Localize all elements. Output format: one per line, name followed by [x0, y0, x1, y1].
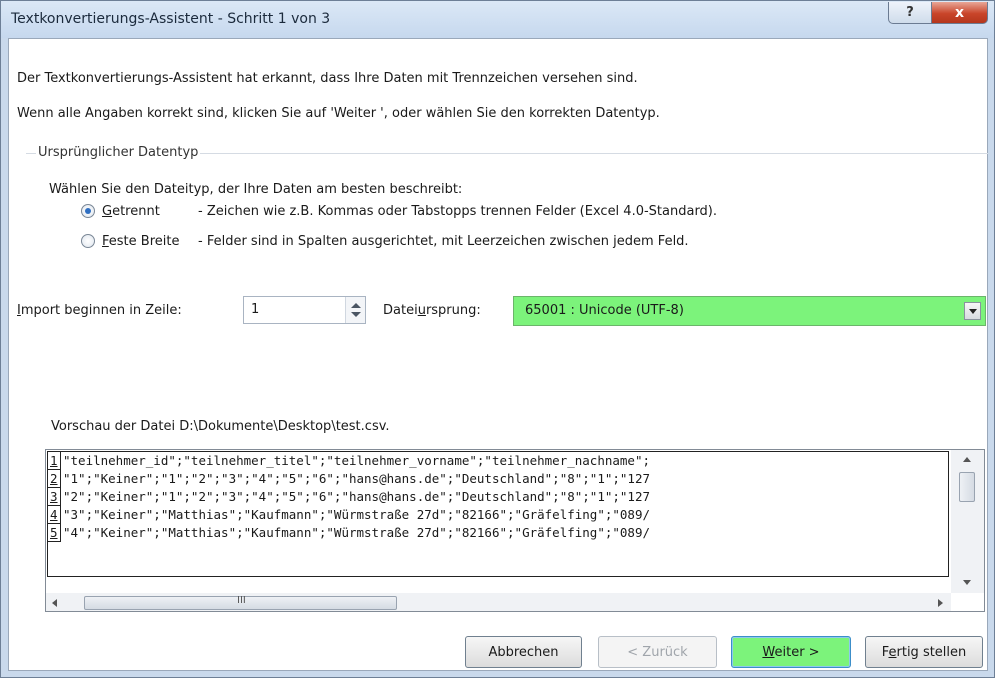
datatype-groupbox	[26, 153, 988, 301]
cancel-button-label: Abbrechen	[488, 644, 559, 660]
preview-row: 1 "teilnehmer_id";"teilnehmer_titel";"tei…	[48, 452, 948, 470]
horizontal-scrollbar[interactable]: III	[46, 593, 951, 611]
preview-rows: 1 "teilnehmer_id";"teilnehmer_titel";"tei…	[47, 451, 949, 577]
vertical-scrollbar[interactable]	[951, 450, 984, 593]
text-import-wizard-window: Textkonvertierungs-Assistent - Schritt 1…	[0, 0, 995, 678]
title-bar[interactable]: Textkonvertierungs-Assistent - Schritt 1…	[1, 1, 994, 38]
close-icon: x	[954, 4, 965, 21]
start-row-value[interactable]: 1	[251, 302, 259, 317]
next-button[interactable]: Weiter >	[731, 636, 851, 668]
help-icon: ?	[906, 5, 914, 20]
preview-row-text: "2";"Keiner";"1";"2";"3";"4";"5";"6";"ha…	[63, 489, 650, 504]
help-button[interactable]: ?	[888, 2, 932, 24]
start-row-label: Import beginnen in Zeile:	[17, 303, 182, 318]
preview-row-number: 2	[48, 470, 61, 488]
intro-text-2: Wenn alle Angaben korrekt sind, klicken …	[17, 106, 660, 121]
radio-unselected-icon[interactable]	[81, 234, 95, 248]
file-origin-label: Dateiursprung:	[383, 303, 481, 318]
preview-row-number: 1	[48, 452, 61, 470]
preview-row-number: 4	[48, 506, 61, 524]
preview-label: Vorschau der Datei D:\Dokumente\Desktop\…	[51, 419, 390, 434]
close-button[interactable]: x	[931, 2, 988, 24]
vertical-scroll-thumb[interactable]	[959, 472, 975, 502]
scroll-up-icon[interactable]	[963, 457, 971, 462]
file-origin-value[interactable]: 65001 : Unicode (UTF-8)	[525, 303, 684, 318]
radio-delimited-description: - Zeichen wie z.B. Kommas oder Tabstopps…	[198, 203, 718, 219]
scroll-right-icon[interactable]	[938, 599, 943, 607]
back-button-label: < Zurück	[627, 644, 688, 660]
finish-button[interactable]: Fertig stellen	[865, 636, 983, 668]
horizontal-scroll-thumb[interactable]: III	[84, 595, 397, 610]
preview-row-number: 5	[48, 524, 61, 542]
cancel-button[interactable]: Abbrechen	[465, 636, 582, 668]
preview-row: 3 "2";"Keiner";"1";"2";"3";"4";"5";"6";"h…	[48, 488, 948, 506]
radio-delimited[interactable]: Getrennt - Zeichen wie z.B. Kommas oder …	[81, 201, 717, 221]
file-preview[interactable]: 1 "teilnehmer_id";"teilnehmer_titel";"tei…	[45, 449, 985, 612]
scroll-grip-icon: III	[237, 595, 246, 606]
filetype-prompt: Wählen Sie den Dateityp, der Ihre Daten …	[49, 182, 463, 197]
finish-button-label: Fertig stellen	[881, 644, 967, 660]
preview-row: 4 "3";"Keiner";"Matthias";"Kaufmann";"Wür…	[48, 506, 948, 524]
spinner-arrows[interactable]	[345, 297, 365, 323]
radio-fixed-width-label[interactable]: Feste Breite	[102, 234, 198, 249]
start-row-spinner[interactable]: 1	[243, 296, 366, 324]
preview-row-text: "teilnehmer_id";"teilnehmer_titel";"teil…	[63, 453, 650, 468]
spin-up-icon[interactable]	[351, 303, 361, 308]
intro-text-1: Der Textkonvertierungs-Assistent hat erk…	[17, 71, 638, 86]
datatype-group-title: Ursprünglicher Datentyp	[36, 145, 201, 160]
dialog-body: Der Textkonvertierungs-Assistent hat erk…	[8, 38, 988, 671]
radio-selected-icon[interactable]	[81, 204, 95, 218]
radio-fixed-width-description: - Felder sind in Spalten ausgerichtet, m…	[198, 233, 689, 249]
preview-row: 5 "4";"Keiner";"Matthias";"Kaufmann";"Wür…	[48, 524, 948, 542]
window-title: Textkonvertierungs-Assistent - Schritt 1…	[11, 11, 331, 27]
radio-delimited-label[interactable]: Getrennt	[102, 204, 198, 219]
spin-down-icon[interactable]	[351, 312, 361, 317]
scroll-left-icon[interactable]	[52, 599, 57, 607]
preview-row-text: "3";"Keiner";"Matthias";"Kaufmann";"Würm…	[63, 507, 650, 522]
preview-row-text: "1";"Keiner";"1";"2";"3";"4";"5";"6";"ha…	[63, 471, 650, 486]
preview-row-number: 3	[48, 488, 61, 506]
chevron-down-icon[interactable]	[964, 302, 981, 320]
preview-row-text: "4";"Keiner";"Matthias";"Kaufmann";"Würm…	[63, 525, 650, 540]
file-origin-dropdown[interactable]: 65001 : Unicode (UTF-8)	[513, 296, 986, 326]
next-button-label: Weiter >	[762, 644, 820, 660]
radio-fixed-width[interactable]: Feste Breite - Felder sind in Spalten au…	[81, 231, 689, 251]
scroll-down-icon[interactable]	[963, 580, 971, 585]
preview-row: 2 "1";"Keiner";"1";"2";"3";"4";"5";"6";"h…	[48, 470, 948, 488]
back-button[interactable]: < Zurück	[598, 636, 717, 668]
